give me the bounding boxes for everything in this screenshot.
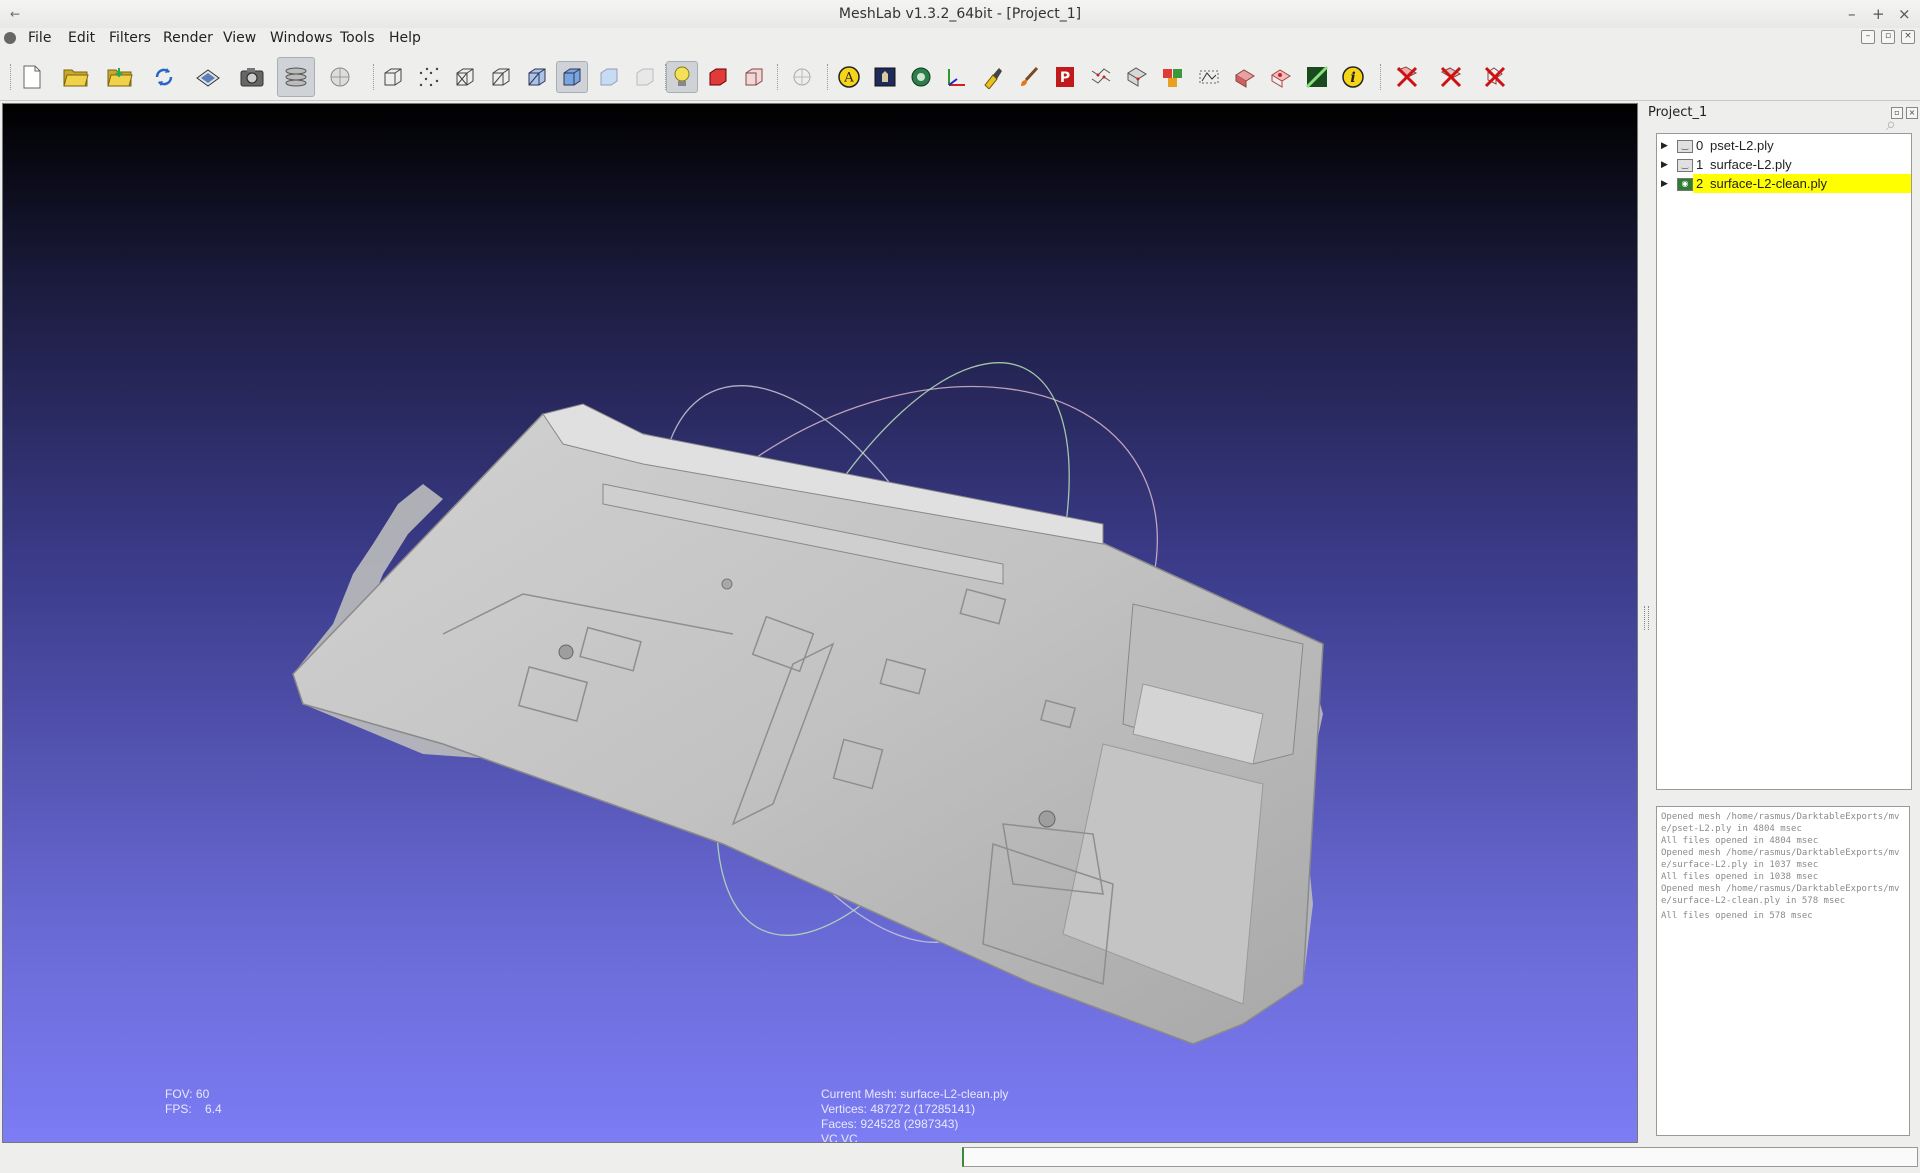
maximize-icon[interactable]: + xyxy=(1872,0,1885,28)
svg-text:A: A xyxy=(843,71,854,86)
layer-name: pset-L2.ply xyxy=(1710,138,1774,153)
select-faces-icon[interactable] xyxy=(1158,62,1188,92)
smooth-shading-icon[interactable] xyxy=(594,62,624,92)
log-line: Opened mesh /home/rasmus/DarktableExport… xyxy=(1661,812,1900,834)
svg-text:P: P xyxy=(1060,70,1070,86)
menu-edit[interactable]: Edit xyxy=(68,30,95,46)
status-bar xyxy=(0,1143,1920,1173)
log-line: Opened mesh /home/rasmus/DarktableExport… xyxy=(1661,848,1900,870)
fov-label: FOV: 60 xyxy=(165,1087,210,1101)
expand-arrow-icon[interactable]: ▶ xyxy=(1661,174,1668,193)
back-face-culling-icon[interactable] xyxy=(739,62,769,92)
open-project-icon[interactable] xyxy=(61,62,91,92)
layer-index: 1 xyxy=(1696,157,1704,172)
select-connected-icon[interactable] xyxy=(1230,62,1260,92)
new-project-icon[interactable] xyxy=(17,62,47,92)
select-vertices-icon[interactable] xyxy=(1194,62,1224,92)
log-line: All files opened in 1038 msec xyxy=(1661,872,1819,882)
minimize-icon[interactable]: – xyxy=(1848,0,1856,28)
visibility-toggle-icon[interactable]: ‿ xyxy=(1677,140,1693,153)
dock-close-icon[interactable]: × xyxy=(1906,107,1918,119)
point-picker-icon[interactable]: P xyxy=(1050,62,1080,92)
import-mesh-icon[interactable] xyxy=(105,62,135,92)
mdi-minimize-icon[interactable]: – xyxy=(1861,30,1875,44)
menu-view[interactable]: View xyxy=(223,30,256,46)
log-line: All files opened in 4804 msec xyxy=(1661,836,1819,846)
georef-icon[interactable] xyxy=(906,62,936,92)
snapshot-icon[interactable] xyxy=(237,62,267,92)
hidden-lines-icon[interactable] xyxy=(486,62,516,92)
paint-icon[interactable] xyxy=(978,62,1008,92)
measure-icon[interactable] xyxy=(1122,62,1152,92)
vc-label: VC VC xyxy=(821,1132,858,1143)
title-bar: ← MeshLab v1.3.2_64bit - [Project_1] – +… xyxy=(0,0,1920,28)
layers-icon[interactable] xyxy=(277,57,315,97)
3d-viewport[interactable]: FOV: 60 FPS: 6.4 Current Mesh: surface-L… xyxy=(2,103,1638,1143)
layer-index: 2 xyxy=(1696,176,1704,191)
progress-bar xyxy=(962,1147,1918,1167)
double-side-light-icon[interactable] xyxy=(703,62,733,92)
menu-windows[interactable]: Windows xyxy=(270,30,333,46)
log-line: Opened mesh /home/rasmus/DarktableExport… xyxy=(1661,884,1900,906)
fps-label: FPS: xyxy=(165,1102,192,1116)
delete-faces-icon[interactable] xyxy=(1392,62,1422,92)
flat-shading-icon[interactable] xyxy=(556,61,588,93)
texture-icon[interactable] xyxy=(630,62,660,92)
reload-icon[interactable] xyxy=(149,62,179,92)
delete-vertices-icon[interactable] xyxy=(1436,62,1466,92)
close-icon[interactable]: × xyxy=(1898,0,1911,28)
fps-value: 6.4 xyxy=(205,1102,222,1116)
quality-icon[interactable] xyxy=(1302,62,1332,92)
layer-name: surface-L2.ply xyxy=(1710,157,1792,172)
layer-row[interactable]: ▶ ‿ 1 surface-L2.ply xyxy=(1657,155,1911,174)
pick-points-icon[interactable] xyxy=(1266,62,1296,92)
toolbar: A P i ⌕ xyxy=(0,52,1920,135)
expand-arrow-icon[interactable]: ▶ xyxy=(1661,136,1668,155)
vertices-label: Vertices: 487272 (17285141) xyxy=(821,1102,976,1116)
light-on-icon[interactable] xyxy=(666,61,698,93)
layer-dock: Project_1 ▫ × ▶ ‿ 0 pset-L2.ply ▶ ‿ 1 surf… xyxy=(1640,103,1920,1143)
delete-all-icon[interactable] xyxy=(1480,62,1510,92)
menu-tools[interactable]: Tools xyxy=(340,30,375,46)
log-line: All files opened in 578 msec xyxy=(1661,911,1813,921)
wireframe-icon[interactable] xyxy=(450,62,480,92)
log-panel: Opened mesh /home/rasmus/DarktableExport… xyxy=(1656,806,1910,1136)
info-icon[interactable]: i xyxy=(1338,62,1368,92)
mesh-render[interactable] xyxy=(3,104,1637,1142)
current-mesh-label: Current Mesh: surface-L2-clean.ply xyxy=(821,1087,1009,1101)
plugin-icon[interactable] xyxy=(325,62,355,92)
align-icon[interactable] xyxy=(1086,62,1116,92)
faces-label: Faces: 924528 (2987343) xyxy=(821,1117,959,1131)
svg-text:i: i xyxy=(1350,70,1355,86)
mdi-restore-icon[interactable]: ▫ xyxy=(1881,30,1895,44)
menu-filters[interactable]: Filters xyxy=(109,30,151,46)
window-menu-icon[interactable]: ← xyxy=(10,0,20,28)
flat-lines-icon[interactable] xyxy=(522,62,552,92)
layer-index: 0 xyxy=(1696,138,1704,153)
dock-float-icon[interactable]: ▫ xyxy=(1891,107,1903,119)
save-mesh-icon[interactable] xyxy=(193,62,223,92)
mdi-close-icon[interactable]: × xyxy=(1901,30,1915,44)
points-icon[interactable] xyxy=(414,62,444,92)
menu-file[interactable]: File xyxy=(28,30,51,46)
menu-render[interactable]: Render xyxy=(163,30,213,46)
layer-row[interactable]: ▶ ‿ 0 pset-L2.ply xyxy=(1657,136,1911,155)
brush-icon[interactable] xyxy=(1014,62,1044,92)
layer-list: ▶ ‿ 0 pset-L2.ply ▶ ‿ 1 surface-L2.ply ▶ ◉… xyxy=(1656,133,1912,790)
manipulator-icon[interactable] xyxy=(787,62,817,92)
menu-bar: File Edit Filters Render View Windows To… xyxy=(0,28,1920,50)
layer-name: surface-L2-clean.ply xyxy=(1710,176,1828,191)
raster-icon[interactable] xyxy=(870,62,900,92)
visibility-toggle-icon[interactable]: ◉ xyxy=(1677,178,1693,191)
annotation-icon[interactable]: A xyxy=(834,62,864,92)
dock-title: Project_1 xyxy=(1648,105,1708,120)
visibility-toggle-icon[interactable]: ‿ xyxy=(1677,159,1693,172)
menu-help[interactable]: Help xyxy=(389,30,421,46)
app-icon xyxy=(4,32,16,44)
layer-row-selected[interactable]: ▶ ◉ 2 surface-L2-clean.ply xyxy=(1657,174,1911,193)
axes-icon[interactable] xyxy=(942,62,972,92)
expand-arrow-icon[interactable]: ▶ xyxy=(1661,155,1668,174)
bounding-box-icon[interactable] xyxy=(378,62,408,92)
window-title: MeshLab v1.3.2_64bit - [Project_1] xyxy=(838,6,1082,22)
